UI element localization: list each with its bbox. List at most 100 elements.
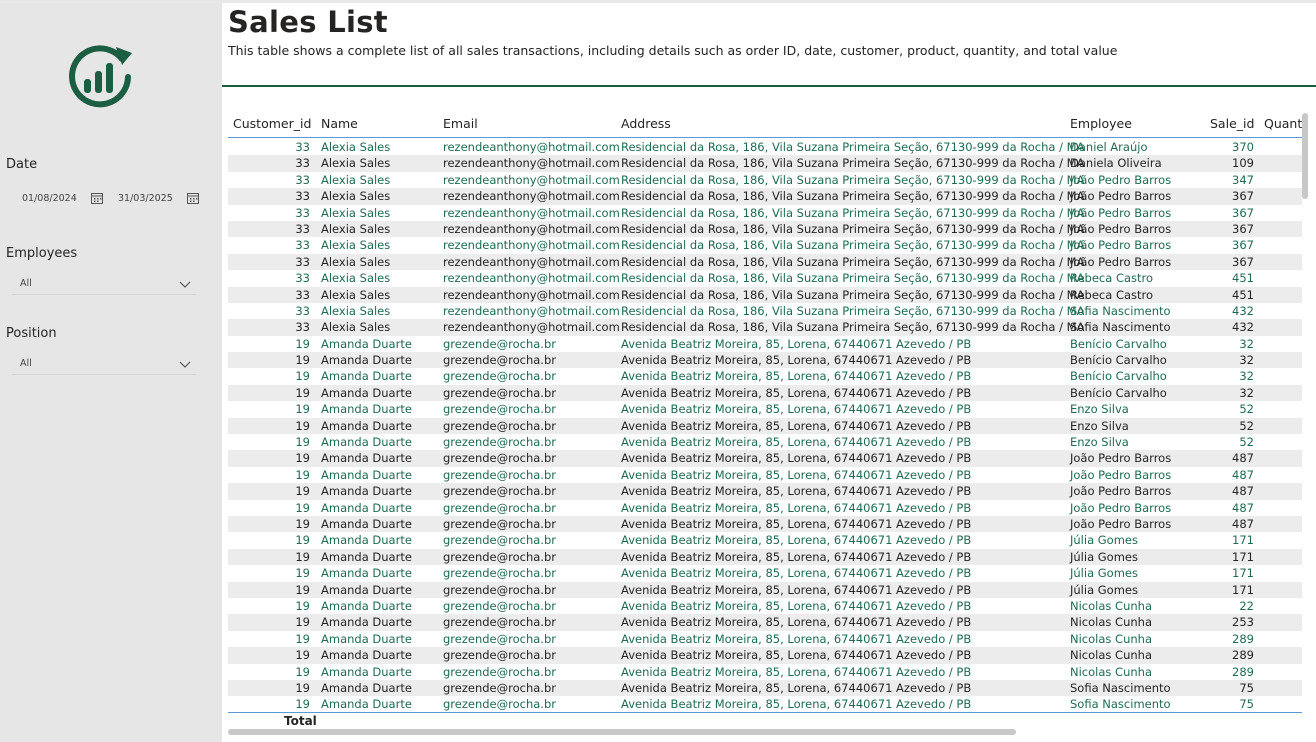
cell-email: rezendeanthony@hotmail.com bbox=[443, 303, 620, 318]
table-row[interactable]: 33 Alexia Sales rezendeanthony@hotmail.com… bbox=[228, 302, 1302, 320]
table-row[interactable]: 19 Amanda Duarte grezende@rocha.br Avenida … bbox=[228, 515, 1302, 533]
date-start-input[interactable]: 01/08/2024 bbox=[22, 188, 103, 208]
column-header-employee[interactable]: Employee bbox=[1070, 116, 1132, 131]
table-row[interactable]: 33 Alexia Sales rezendeanthony@hotmail.com… bbox=[228, 204, 1302, 221]
calendar-icon[interactable] bbox=[186, 192, 199, 204]
table-row[interactable]: 33 Alexia Sales rezendeanthony@hotmail.com… bbox=[228, 188, 1302, 205]
cell-customer-id: 19 bbox=[295, 500, 310, 515]
column-header-email[interactable]: Email bbox=[443, 116, 478, 131]
table-row[interactable]: 33 Alexia Sales rezendeanthony@hotmail.com… bbox=[228, 319, 1302, 336]
cell-email: grezende@rocha.br bbox=[443, 680, 556, 695]
cell-name: Amanda Duarte bbox=[321, 598, 412, 613]
cell-customer-id: 19 bbox=[295, 566, 310, 581]
cell-email: grezende@rocha.br bbox=[443, 549, 556, 564]
table-row[interactable]: 19 Amanda Duarte grezende@rocha.br Avenida … bbox=[228, 384, 1302, 402]
filter-sidebar: Date 01/08/2024 31/03/2025 Employees All… bbox=[0, 3, 222, 742]
cell-email: grezende@rocha.br bbox=[443, 500, 556, 515]
cell-address: Avenida Beatriz Moreira, 85, Lorena, 674… bbox=[621, 336, 972, 351]
page-title: Sales List bbox=[228, 5, 388, 39]
cell-address: Avenida Beatriz Moreira, 85, Lorena, 674… bbox=[621, 353, 972, 368]
table-row[interactable]: 19 Amanda Duarte grezende@rocha.br Avenida … bbox=[228, 450, 1302, 467]
cell-customer-id: 33 bbox=[295, 140, 310, 154]
cell-employee: Benício Carvalho bbox=[1070, 336, 1167, 351]
table-row[interactable]: 19 Amanda Duarte grezende@rocha.br Avenida … bbox=[228, 597, 1302, 615]
table-row[interactable]: 19 Amanda Duarte grezende@rocha.br Avenida … bbox=[228, 663, 1302, 680]
cell-name: Amanda Duarte bbox=[321, 615, 412, 630]
cell-customer-id: 19 bbox=[295, 451, 310, 466]
cell-email: grezende@rocha.br bbox=[443, 336, 556, 351]
cell-email: grezende@rocha.br bbox=[443, 664, 556, 679]
table-row[interactable]: 33 Alexia Sales rezendeanthony@hotmail.com… bbox=[228, 270, 1302, 287]
cell-name: Amanda Duarte bbox=[321, 582, 412, 597]
table-header: Customer_id Name Email Address Employee … bbox=[228, 107, 1302, 138]
cell-address: Avenida Beatriz Moreira, 85, Lorena, 674… bbox=[621, 516, 972, 531]
cell-name: Amanda Duarte bbox=[321, 418, 412, 433]
cell-email: grezende@rocha.br bbox=[443, 615, 556, 630]
position-dropdown[interactable]: All bbox=[12, 356, 196, 375]
horizontal-scrollbar[interactable] bbox=[228, 729, 1016, 735]
cell-address: Avenida Beatriz Moreira, 85, Lorena, 674… bbox=[621, 418, 972, 433]
cell-customer-id: 19 bbox=[295, 648, 310, 663]
date-end-input[interactable]: 31/03/2025 bbox=[118, 188, 199, 208]
table-row[interactable]: 33 Alexia Sales rezendeanthony@hotmail.com… bbox=[228, 139, 1302, 156]
table-row[interactable]: 19 Amanda Duarte grezende@rocha.br Avenida … bbox=[228, 466, 1302, 484]
cell-address: Residencial da Rosa, 186, Vila Suzana Pr… bbox=[621, 205, 1085, 220]
cell-employee: João Pedro Barros bbox=[1070, 205, 1172, 220]
table-row[interactable]: 19 Amanda Duarte grezende@rocha.br Avenida … bbox=[228, 581, 1302, 598]
table-row[interactable]: 19 Amanda Duarte grezende@rocha.br Avenida … bbox=[228, 647, 1302, 664]
table-row[interactable]: 33 Alexia Sales rezendeanthony@hotmail.com… bbox=[228, 237, 1302, 254]
column-header-sale-id[interactable]: Sale_id bbox=[1210, 116, 1254, 131]
cell-email: rezendeanthony@hotmail.com bbox=[443, 140, 620, 154]
table-row[interactable]: 19 Amanda Duarte grezende@rocha.br Avenida … bbox=[228, 499, 1302, 516]
cell-address: Avenida Beatriz Moreira, 85, Lorena, 674… bbox=[621, 615, 972, 630]
table-row[interactable]: 19 Amanda Duarte grezende@rocha.br Avenida … bbox=[228, 548, 1302, 566]
table-row[interactable]: 33 Alexia Sales rezendeanthony@hotmail.com… bbox=[228, 253, 1302, 271]
cell-address: Residencial da Rosa, 186, Vila Suzana Pr… bbox=[621, 287, 1085, 302]
cell-sale-id: 370 bbox=[1232, 140, 1254, 154]
cell-customer-id: 19 bbox=[295, 402, 310, 417]
column-header-customer-id[interactable]: Customer_id bbox=[233, 116, 311, 131]
table-row[interactable]: 19 Amanda Duarte grezende@rocha.br Avenida … bbox=[228, 565, 1302, 582]
cell-customer-id: 19 bbox=[295, 631, 310, 646]
cell-employee: João Pedro Barros bbox=[1070, 189, 1172, 204]
cell-address: Avenida Beatriz Moreira, 85, Lorena, 674… bbox=[621, 451, 972, 466]
column-header-address[interactable]: Address bbox=[621, 116, 671, 131]
table-row[interactable]: 19 Amanda Duarte grezende@rocha.br Avenida … bbox=[228, 679, 1302, 697]
cell-employee: João Pedro Barros bbox=[1070, 451, 1172, 466]
table-row[interactable]: 33 Alexia Sales rezendeanthony@hotmail.com… bbox=[228, 286, 1302, 303]
cell-name: Amanda Duarte bbox=[321, 549, 412, 564]
table-row[interactable]: 19 Amanda Duarte grezende@rocha.br Avenida … bbox=[228, 434, 1302, 451]
table-row[interactable]: 33 Alexia Sales rezendeanthony@hotmail.com… bbox=[228, 220, 1302, 238]
table-row[interactable]: 19 Amanda Duarte grezende@rocha.br Avenida … bbox=[228, 696, 1302, 713]
table-row[interactable]: 19 Amanda Duarte grezende@rocha.br Avenida … bbox=[228, 532, 1302, 549]
cell-address: Avenida Beatriz Moreira, 85, Lorena, 674… bbox=[621, 664, 972, 679]
cell-employee: Júlia Gomes bbox=[1070, 582, 1138, 597]
vertical-scrollbar[interactable] bbox=[1302, 113, 1308, 199]
table-row[interactable]: 33 Alexia Sales rezendeanthony@hotmail.com… bbox=[228, 171, 1302, 189]
table-row[interactable]: 19 Amanda Duarte grezende@rocha.br Avenida … bbox=[228, 483, 1302, 500]
sales-table[interactable]: Customer_id Name Email Address Employee … bbox=[228, 107, 1302, 715]
table-row[interactable]: 19 Amanda Duarte grezende@rocha.br Avenida … bbox=[228, 630, 1302, 648]
cell-sale-id: 487 bbox=[1232, 451, 1254, 466]
table-row[interactable]: 19 Amanda Duarte grezende@rocha.br Avenida … bbox=[228, 368, 1302, 385]
cell-customer-id: 33 bbox=[295, 271, 310, 286]
table-row[interactable]: 19 Amanda Duarte grezende@rocha.br Avenida … bbox=[228, 401, 1302, 418]
cell-customer-id: 19 bbox=[295, 697, 310, 712]
cell-address: Avenida Beatriz Moreira, 85, Lorena, 674… bbox=[621, 582, 972, 597]
cell-sale-id: 171 bbox=[1232, 533, 1254, 548]
cell-sale-id: 367 bbox=[1232, 254, 1254, 269]
cell-email: grezende@rocha.br bbox=[443, 467, 556, 482]
calendar-icon[interactable] bbox=[90, 192, 103, 204]
cell-email: grezende@rocha.br bbox=[443, 418, 556, 433]
table-row[interactable]: 19 Amanda Duarte grezende@rocha.br Avenida … bbox=[228, 417, 1302, 435]
employees-dropdown[interactable]: All bbox=[12, 276, 196, 295]
cell-email: grezende@rocha.br bbox=[443, 697, 556, 712]
table-row[interactable]: 19 Amanda Duarte grezende@rocha.br Avenida … bbox=[228, 614, 1302, 631]
cell-sale-id: 171 bbox=[1232, 582, 1254, 597]
table-row[interactable]: 33 Alexia Sales rezendeanthony@hotmail.com… bbox=[228, 155, 1302, 172]
column-header-name[interactable]: Name bbox=[321, 116, 358, 131]
column-header-quantity[interactable]: Quant bbox=[1264, 116, 1302, 131]
cell-sale-id: 32 bbox=[1239, 336, 1254, 351]
table-row[interactable]: 19 Amanda Duarte grezende@rocha.br Avenida … bbox=[228, 352, 1302, 369]
table-row[interactable]: 19 Amanda Duarte grezende@rocha.br Avenida … bbox=[228, 335, 1302, 353]
